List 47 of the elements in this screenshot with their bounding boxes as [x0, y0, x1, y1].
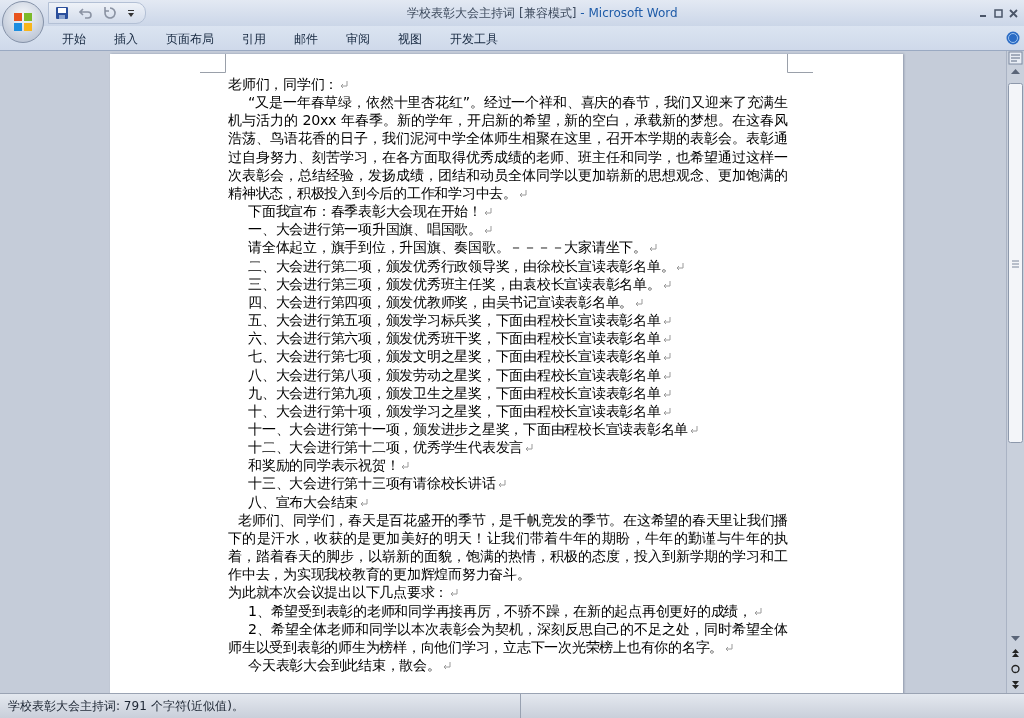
paragraph: 下面我宣布：春季表彰大会现在开始！ — [228, 202, 788, 221]
paragraph: 老师们、同学们，春天是百花盛开的季节，是千帆竞发的季节。在这希望的春天里让我们播下的是汗水，收获的是更加美好的明天！让我们带着牛年的期盼，牛年的勤谨与牛年的执着，踏着春天的脚步，以崭新的面貌，饱满的热情，积极的态度，投入到新学期的学习和工作中去，为实现我校教育的更加辉煌而努力奋斗。 — [228, 510, 788, 584]
ribbon-tab[interactable]: 视图 — [384, 28, 436, 48]
window-title: 学校表彰大会主持词 [兼容模式] — [407, 5, 577, 20]
paragraph: 十三、大会进行第十三项有请徐校长讲话 — [228, 474, 788, 493]
ribbon-tab[interactable]: 开始 — [48, 28, 100, 48]
undo-icon[interactable] — [79, 6, 93, 20]
ruler-toggle-icon[interactable] — [1008, 51, 1023, 65]
close-icon[interactable] — [1009, 8, 1018, 18]
margin-corner-mark — [200, 54, 226, 73]
ribbon-tab[interactable]: 插入 — [100, 28, 152, 48]
paragraph: 五、大会进行第五项，颁发学习标兵奖，下面由程校长宣读表彰名单 — [228, 311, 788, 330]
maximize-icon[interactable] — [994, 8, 1003, 18]
dropdown-caret-icon[interactable] — [127, 8, 135, 18]
paragraph: 十、大会进行第十项，颁发学习之星奖，下面由程校长宣读表彰名单 — [228, 401, 788, 420]
paragraph: “又是一年春草绿，依然十里杏花红”。经过一个祥和、喜庆的春节，我们又迎来了充满生机与活力的 20xx 年春季。新的学年，开启新的希望，新的空白，承载新的梦想。在这春风浩荡、鸟语花香的日子，我们泥河中学全体师生相聚在这里，召开本学期的表彰会。表彰通过自身努力、刻苦学习，在各方面取得优秀成绩的老师、班主任和同学，也希望通过这样一次表彰会，总结经验，发扬成绩，团结和动员全体同学以更加崭新的思想观念、更加饱满的精神状态，积极投入到今后的工作和学习中去。 — [228, 93, 788, 203]
paragraph: 十一、大会进行第十一项，颁发进步之星奖，下面由程校长宣读表彰名单 — [228, 419, 788, 439]
scroll-thumb[interactable] — [1008, 83, 1023, 443]
paragraph: 三、大会进行第三项，颁发优秀班主任奖，由袁校长宣读表彰名单。 — [228, 274, 788, 293]
ribbon-tab[interactable]: 邮件 — [280, 28, 332, 48]
save-icon[interactable] — [55, 6, 69, 20]
paragraph: 一、大会进行第一项升国旗、唱国歌。 — [228, 220, 788, 239]
paragraph: 今天表彰大会到此结束，散会。 — [228, 656, 788, 675]
paragraph: 四、大会进行第四项，颁发优教师奖，由吴书记宣读表彰名单。 — [228, 292, 788, 312]
redo-icon[interactable] — [103, 6, 117, 20]
paragraph: 九、大会进行第九项，颁发卫生之星奖，下面由程校长宣读表彰名单 — [228, 383, 788, 402]
office-button[interactable] — [2, 1, 44, 43]
paragraph: 十二、大会进行第十二项，优秀学生代表发言 — [228, 438, 788, 457]
ribbon-tab[interactable]: 页面布局 — [152, 28, 228, 48]
ribbon-tab[interactable]: 开发工具 — [436, 28, 512, 48]
help-icon[interactable] — [1006, 31, 1020, 45]
ribbon-tab[interactable]: 审阅 — [332, 28, 384, 48]
paragraph: 老师们，同学们： — [228, 75, 788, 94]
paragraph: 2、希望全体老师和同学以本次表彰会为契机，深刻反思自己的不足之处，同时希望全体师生以受到表彰的师生为榜样，向他们学习，立志下一次光荣榜上也有你的名字。 — [228, 619, 788, 656]
paragraph: 1、希望受到表彰的老师和同学再接再厉，不骄不躁，在新的起点再创更好的成绩， — [228, 601, 788, 620]
app-title: - Microsoft Word — [580, 5, 678, 20]
office-logo-icon — [12, 11, 34, 33]
paragraph: 七、大会进行第七项，颁发文明之星奖，下面由程校长宣读表彰名单 — [228, 347, 788, 366]
paragraph: 二、大会进行第二项，颁发优秀行政领导奖，由徐校长宣读表彰名单。 — [228, 256, 788, 275]
paragraph: 八、宣布大会结束 — [228, 492, 788, 511]
paragraph: 为此就本次会议提出以下几点要求： — [228, 583, 788, 602]
paragraph: 请全体起立，旗手到位，升国旗、奏国歌。－－－－大家请坐下。 — [228, 238, 788, 257]
paragraph: 六、大会进行第六项，颁发优秀班干奖，下面由程校长宣读表彰名单 — [228, 329, 788, 348]
margin-corner-mark — [787, 54, 813, 73]
paragraph: 八、大会进行第八项，颁发劳动之星奖，下面由程校长宣读表彰名单 — [228, 365, 788, 384]
paragraph: 和奖励的同学表示祝贺！ — [228, 456, 788, 475]
ribbon-tab[interactable]: 引用 — [228, 28, 280, 48]
